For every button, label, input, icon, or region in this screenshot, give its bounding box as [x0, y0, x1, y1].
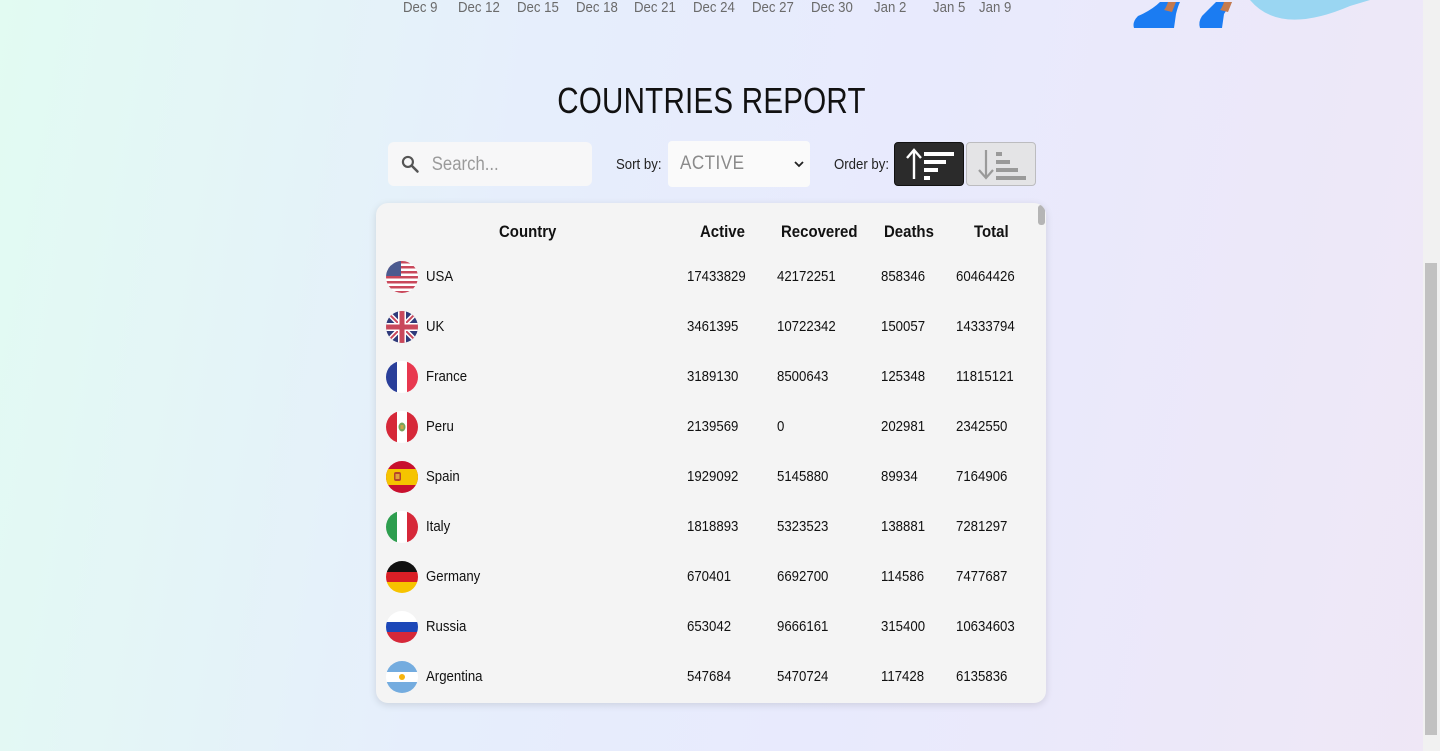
cell-total: 60464426 [956, 268, 1015, 285]
sort-select-value: ACTIVE [680, 153, 745, 174]
x-tick: Dec 9 [403, 0, 438, 16]
cell-deaths: 315400 [881, 618, 926, 635]
cell-country: Spain [426, 468, 460, 485]
search-icon [401, 155, 419, 173]
cell-country: France [426, 368, 468, 385]
cell-deaths: 117428 [881, 668, 925, 685]
cell-active: 17433829 [687, 268, 746, 285]
cell-total: 10634603 [956, 618, 1015, 635]
cell-recovered: 8500643 [777, 368, 829, 385]
x-tick: Jan 5 [933, 0, 966, 16]
countries-table[interactable]: Country Active Recovered Deaths Total US… [376, 203, 1046, 703]
flag-russia-icon [386, 611, 418, 643]
table-row[interactable]: Germany 670401 6692700 114586 7477687 [376, 553, 1036, 603]
column-header-active[interactable]: Active [700, 222, 745, 242]
cell-deaths: 125348 [881, 368, 926, 385]
cell-total: 7281297 [956, 518, 1008, 535]
sort-descending-icon [906, 148, 954, 180]
cell-recovered: 5470724 [777, 668, 829, 685]
x-tick: Dec 24 [693, 0, 735, 16]
table-row[interactable]: Argentina 547684 5470724 117428 6135836 [376, 653, 1036, 703]
flag-italy-icon [386, 511, 418, 543]
column-header-country[interactable]: Country [499, 222, 556, 242]
sort-by-label: Sort by: [616, 156, 662, 173]
cell-country: Argentina [426, 668, 483, 685]
page-title: COUNTRIES REPORT [557, 80, 866, 121]
cell-country: Italy [426, 518, 451, 535]
x-tick: Dec 30 [811, 0, 853, 16]
column-header-recovered[interactable]: Recovered [781, 222, 858, 242]
x-tick: Dec 12 [458, 0, 500, 16]
cell-active: 1818893 [687, 518, 739, 535]
cell-total: 14333794 [956, 318, 1015, 335]
x-tick: Jan 2 [874, 0, 907, 16]
table-row[interactable]: Spain 1929092 5145880 89934 7164906 [376, 453, 1036, 503]
page: Dec 9 Dec 12 Dec 15 Dec 18 Dec 21 Dec 24… [0, 0, 1423, 751]
sort-ascending-icon [978, 150, 1026, 180]
table-row[interactable]: Italy 1818893 5323523 138881 7281297 [376, 503, 1036, 553]
cell-recovered: 5145880 [777, 468, 829, 485]
search-input[interactable] [430, 150, 566, 180]
cell-total: 6135836 [956, 668, 1008, 685]
cell-recovered: 5323523 [777, 518, 829, 535]
cell-country: UK [426, 318, 445, 335]
cell-recovered: 0 [777, 418, 785, 435]
cell-active: 670401 [687, 568, 732, 585]
table-row[interactable]: Russia 653042 9666161 315400 10634603 [376, 603, 1036, 653]
order-descending-button[interactable] [894, 142, 964, 186]
cell-deaths: 89934 [881, 468, 918, 485]
cell-recovered: 9666161 [777, 618, 829, 635]
flag-spain-icon [386, 461, 418, 493]
cell-total: 7164906 [956, 468, 1008, 485]
cell-active: 1929092 [687, 468, 739, 485]
cell-active: 547684 [687, 668, 732, 685]
table-scrollbar-thumb[interactable] [1038, 205, 1045, 225]
cell-active: 3461395 [687, 318, 739, 335]
page-scrollbar-thumb[interactable] [1425, 263, 1437, 735]
cell-country: USA [426, 268, 454, 285]
cell-recovered: 10722342 [777, 318, 836, 335]
cell-deaths: 114586 [881, 568, 925, 585]
table-row[interactable]: France 3189130 8500643 125348 11815121 [376, 353, 1036, 403]
cell-deaths: 858346 [881, 268, 926, 285]
x-tick: Dec 21 [634, 0, 676, 16]
flag-uk-icon [386, 311, 418, 343]
cell-deaths: 138881 [881, 518, 926, 535]
cell-total: 7477687 [956, 568, 1008, 585]
cell-total: 11815121 [956, 368, 1014, 385]
cell-deaths: 150057 [881, 318, 926, 335]
cell-country: Germany [426, 568, 481, 585]
chevron-down-icon [794, 161, 804, 168]
flag-germany-icon [386, 561, 418, 593]
cell-recovered: 6692700 [777, 568, 829, 585]
x-tick: Dec 15 [517, 0, 559, 16]
sort-select[interactable]: ACTIVE [668, 141, 810, 187]
page-scrollbar[interactable] [1423, 0, 1440, 751]
column-header-total[interactable]: Total [974, 222, 1009, 242]
cell-country: Russia [426, 618, 467, 635]
flag-argentina-icon [386, 661, 418, 693]
table-row[interactable]: UK 3461395 10722342 150057 14333794 [376, 303, 1036, 353]
search-box[interactable] [388, 142, 592, 186]
cell-deaths: 202981 [881, 418, 926, 435]
flag-usa-icon [386, 261, 418, 293]
flag-peru-icon [386, 411, 418, 443]
cell-recovered: 42172251 [777, 268, 836, 285]
order-by-label: Order by: [834, 156, 890, 173]
x-tick: Jan 9 [979, 0, 1012, 16]
x-tick: Dec 27 [752, 0, 794, 16]
cell-country: Peru [426, 418, 454, 435]
cell-active: 3189130 [687, 368, 739, 385]
cell-active: 2139569 [687, 418, 739, 435]
flag-france-icon [386, 361, 418, 393]
order-ascending-button[interactable] [966, 142, 1036, 186]
column-header-deaths[interactable]: Deaths [884, 222, 934, 242]
table-row[interactable]: Peru 2139569 0 202981 2342550 [376, 403, 1036, 453]
cell-active: 653042 [687, 618, 732, 635]
x-tick: Dec 18 [576, 0, 618, 16]
table-row[interactable]: USA 17433829 42172251 858346 60464426 [376, 253, 1036, 303]
cell-total: 2342550 [956, 418, 1008, 435]
decorative-illustration [1130, 0, 1370, 30]
